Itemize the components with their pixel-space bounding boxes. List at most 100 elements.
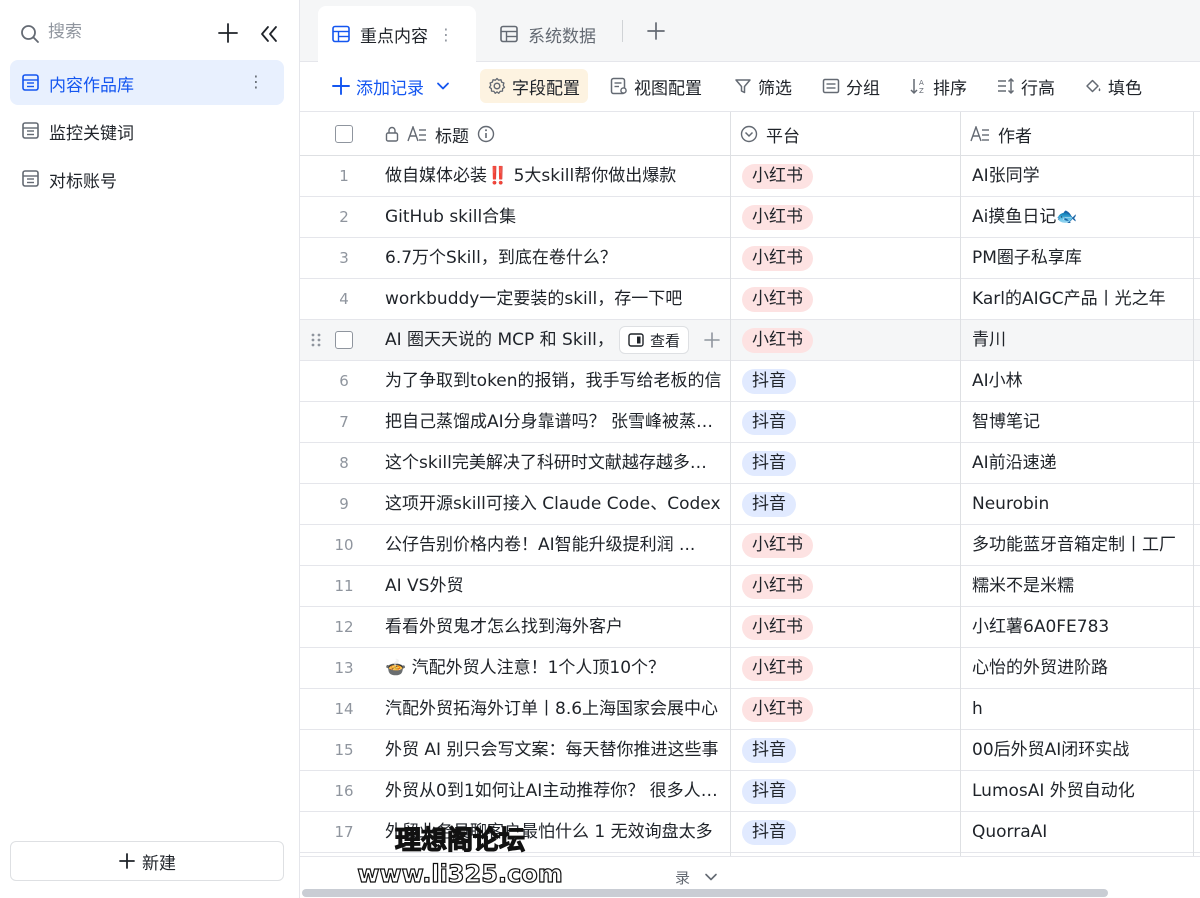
view-config-button[interactable]: 视图配置: [606, 69, 706, 103]
search-input[interactable]: [48, 22, 188, 42]
cell-title[interactable]: 外贸业务员聊客户最怕什么 1 无效询盘太多: [385, 812, 723, 852]
table-row[interactable]: 9 这项开源skill可接入 Claude Code、Codex 抖音 Neurobi…: [300, 484, 1200, 525]
cell-title[interactable]: 这项开源skill可接入 Claude Code、Codex: [385, 484, 723, 524]
cell-author[interactable]: 青川: [972, 320, 1182, 360]
cell-title[interactable]: 🍲 汽配外贸人注意！1个人顶10个？: [385, 648, 723, 688]
table-row[interactable]: 3 6.7万个Skill，到底在卷什么？ 小红书 PM圈子私享库: [300, 238, 1200, 279]
cell-title[interactable]: 外贸从0到1如何让AI主动推荐你？ 很多人不知道: [385, 771, 723, 811]
column-header-title[interactable]: 标题: [385, 112, 495, 156]
more-icon[interactable]: ⋮: [438, 25, 454, 44]
cell-author[interactable]: Neurobin: [972, 484, 1182, 524]
new-button[interactable]: 新建: [10, 841, 284, 881]
table-row[interactable]: 15 外贸 AI 别只会写文案：每天替你推进这些事 抖音 00后外贸AI闭环实战: [300, 730, 1200, 771]
select-all-checkbox[interactable]: [335, 125, 353, 143]
table-row[interactable]: 8 这个skill完美解决了科研时文献越存越多的问题 抖音 AI前沿速递: [300, 443, 1200, 484]
sort-button[interactable]: A Z 排序: [905, 69, 971, 103]
chevron-down-icon[interactable]: [704, 870, 718, 884]
platform-tag[interactable]: 小红书: [742, 328, 813, 353]
table-row[interactable]: 12 看看外贸鬼才怎么找到海外客户 小红书 小红薯6A0FE783: [300, 607, 1200, 648]
cell-title[interactable]: 看看外贸鬼才怎么找到海外客户: [385, 607, 723, 647]
table-row[interactable]: 13 🍲 汽配外贸人注意！1个人顶10个？ 小红书 心怡的外贸进阶路: [300, 648, 1200, 689]
plus-icon[interactable]: [646, 21, 666, 41]
table-row[interactable]: 1 做自媒体必装‼️ 5大skill帮你做出爆款 小红书 AI张同学: [300, 156, 1200, 197]
add-record-button[interactable]: 添加记录: [328, 69, 454, 103]
column-header-platform[interactable]: 平台: [740, 112, 800, 156]
cell-author[interactable]: LumosAI 外贸自动化: [972, 771, 1182, 811]
info-icon[interactable]: [477, 125, 495, 143]
table-row[interactable]: 11 AI VS外贸 小红书 糯米不是米糯: [300, 566, 1200, 607]
cell-author[interactable]: 心怡的外贸进阶路: [972, 648, 1182, 688]
table-row[interactable]: 10 公仔告别价格内卷！AI智能升级提利润 ... 小红书 多功能蓝牙音箱定制丨工厂: [300, 525, 1200, 566]
platform-tag[interactable]: 抖音: [742, 779, 796, 804]
cell-author[interactable]: 多功能蓝牙音箱定制丨工厂: [972, 525, 1182, 565]
cell-author[interactable]: 小红薯6A0FE783: [972, 607, 1182, 647]
cell-title[interactable]: 为了争取到token的报销，我手写给老板的信: [385, 361, 723, 401]
cell-author[interactable]: AI张同学: [972, 156, 1182, 196]
cell-author[interactable]: 智博笔记: [972, 402, 1182, 442]
cell-title[interactable]: GitHub skill合集: [385, 197, 723, 237]
cell-title[interactable]: AI VS外贸: [385, 566, 723, 606]
view-record-button[interactable]: 查看: [619, 326, 690, 354]
tab-key-content[interactable]: 重点内容 ⋮: [318, 6, 476, 62]
cell-author[interactable]: Ai摸鱼日记🐟: [972, 197, 1182, 237]
table-row[interactable]: 17 外贸业务员聊客户最怕什么 1 无效询盘太多 抖音 QuorraAI: [300, 812, 1200, 853]
table-row[interactable]: 6 为了争取到token的报销，我手写给老板的信 抖音 AI小林: [300, 361, 1200, 402]
cell-title[interactable]: 外贸 AI 别只会写文案：每天替你推进这些事: [385, 730, 723, 770]
platform-tag[interactable]: 抖音: [742, 738, 796, 763]
sidebar-item-monitor-keywords[interactable]: 监控关键词: [10, 108, 284, 153]
cell-title[interactable]: 公仔告别价格内卷！AI智能升级提利润 ...: [385, 525, 723, 565]
sidebar-item-benchmark-accounts[interactable]: 对标账号: [10, 156, 284, 201]
row-checkbox[interactable]: [335, 331, 353, 349]
cell-title[interactable]: 6.7万个Skill，到底在卷什么？: [385, 238, 723, 278]
drag-handle-icon[interactable]: [310, 332, 322, 348]
cell-title[interactable]: AI 圈天天说的 MCP 和 Skill，: [385, 320, 617, 360]
platform-tag[interactable]: 抖音: [742, 369, 796, 394]
table-row[interactable]: 2 GitHub skill合集 小红书 Ai摸鱼日记🐟: [300, 197, 1200, 238]
cell-author[interactable]: AI小林: [972, 361, 1182, 401]
cell-author[interactable]: PM圈子私享库: [972, 238, 1182, 278]
tab-system-data[interactable]: 系统数据: [500, 6, 610, 62]
cell-author[interactable]: QuorraAI: [972, 812, 1182, 852]
table-row[interactable]: 4 workbuddy一定要装的skill，存一下吧 小红书 Karl的AIGC产品丨…: [300, 279, 1200, 320]
platform-tag[interactable]: 抖音: [742, 410, 796, 435]
platform-tag[interactable]: 小红书: [742, 246, 813, 271]
platform-tag[interactable]: 小红书: [742, 615, 813, 640]
plus-icon[interactable]: [702, 330, 722, 350]
cell-title[interactable]: 做自媒体必装‼️ 5大skill帮你做出爆款: [385, 156, 723, 196]
cell-author[interactable]: 糯米不是米糯: [972, 566, 1182, 606]
platform-tag[interactable]: 小红书: [742, 287, 813, 312]
cell-title[interactable]: 汽配外贸拓海外订单丨8.6上海国家会展中心: [385, 689, 723, 729]
column-header-author[interactable]: 作者: [970, 112, 1032, 156]
cell-title[interactable]: workbuddy一定要装的skill，存一下吧: [385, 279, 723, 319]
more-icon[interactable]: ⋮: [248, 72, 264, 92]
platform-tag[interactable]: 小红书: [742, 533, 813, 558]
platform-tag[interactable]: 小红书: [742, 205, 813, 230]
sidebar-item-content-library[interactable]: 内容作品库 ⋮: [10, 60, 284, 105]
cell-author[interactable]: Karl的AIGC产品丨光之年: [972, 279, 1182, 319]
cell-title[interactable]: 把自己蒸馏成AI分身靠谱吗？ 张雪峰被蒸馏了: [385, 402, 723, 442]
table-row[interactable]: 16 外贸从0到1如何让AI主动推荐你？ 很多人不知道 抖音 LumosAI 外贸自动…: [300, 771, 1200, 812]
footer-label[interactable]: 录: [675, 867, 690, 888]
plus-icon[interactable]: [217, 22, 239, 44]
platform-tag[interactable]: 小红书: [742, 697, 813, 722]
horizontal-scrollbar[interactable]: [302, 889, 1108, 897]
field-config-button[interactable]: 字段配置: [480, 69, 588, 103]
platform-tag[interactable]: 抖音: [742, 451, 796, 476]
platform-tag[interactable]: 抖音: [742, 492, 796, 517]
platform-tag[interactable]: 小红书: [742, 164, 813, 189]
table-row[interactable]: 7 把自己蒸馏成AI分身靠谱吗？ 张雪峰被蒸馏了 抖音 智博笔记: [300, 402, 1200, 443]
fill-color-button[interactable]: 填色: [1080, 69, 1146, 103]
collapse-icon[interactable]: [258, 23, 280, 45]
table-row[interactable]: AI 圈天天说的 MCP 和 Skill， 查看 小红书 青川: [300, 320, 1200, 361]
cell-author[interactable]: h: [972, 689, 1182, 729]
group-button[interactable]: 分组: [818, 69, 884, 103]
platform-tag[interactable]: 小红书: [742, 574, 813, 599]
table-row[interactable]: 14 汽配外贸拓海外订单丨8.6上海国家会展中心 小红书 h: [300, 689, 1200, 730]
platform-tag[interactable]: 抖音: [742, 820, 796, 845]
platform-tag[interactable]: 小红书: [742, 656, 813, 681]
cell-author[interactable]: AI前沿速递: [972, 443, 1182, 483]
filter-button[interactable]: 筛选: [730, 69, 796, 103]
cell-author[interactable]: 00后外贸AI闭环实战: [972, 730, 1182, 770]
row-height-button[interactable]: 行高: [993, 69, 1059, 103]
cell-title[interactable]: 这个skill完美解决了科研时文献越存越多的问题: [385, 443, 723, 483]
